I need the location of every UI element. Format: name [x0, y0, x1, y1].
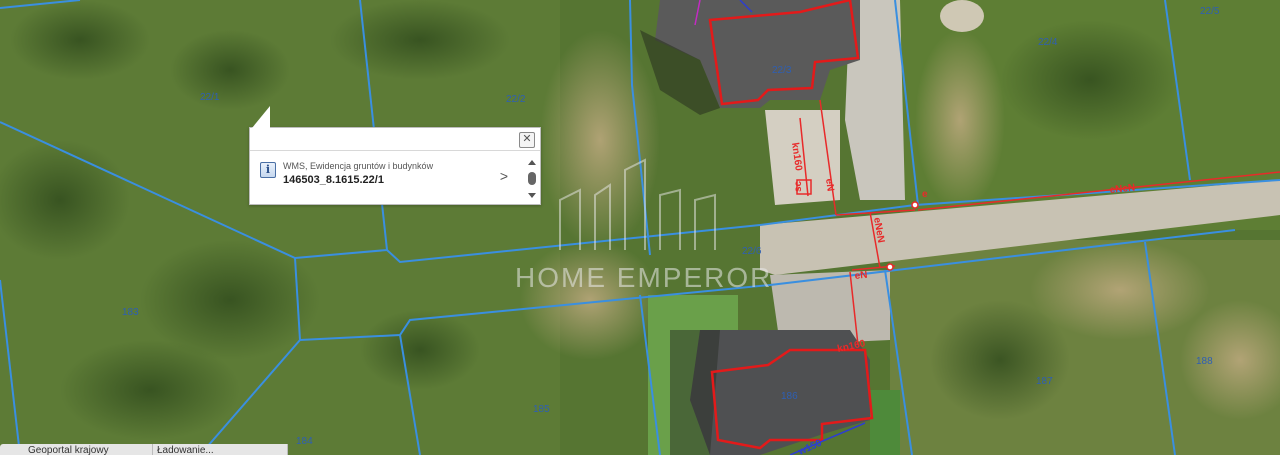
parcel-label: 188	[1196, 356, 1213, 367]
parcel-label: 22/1	[200, 92, 220, 103]
bush	[330, 0, 510, 80]
utility-label: e	[922, 189, 928, 200]
feature-info-popup: ✕ i WMS, Ewidencja gruntów i budynków 14…	[249, 106, 541, 205]
popup-pointer	[252, 106, 270, 128]
utility-label: eN	[854, 270, 868, 282]
popup-scrollbar[interactable]	[526, 158, 538, 198]
status-loading: Ładowanie...	[153, 444, 288, 455]
chevron-right-icon[interactable]: >	[500, 168, 508, 184]
bush	[1000, 20, 1180, 140]
bush	[360, 310, 480, 390]
feature-result-item[interactable]: i WMS, Ewidencja gruntów i budynków 1465…	[250, 158, 524, 192]
sand-patch	[915, 30, 1005, 210]
parcel-label: 186	[781, 391, 798, 402]
popup-header: ✕	[250, 128, 540, 151]
parcel-label: 187	[1036, 376, 1053, 387]
utility-label: sc	[793, 180, 804, 192]
watermark-text: HOME EMPEROR	[515, 262, 772, 293]
sand-patch	[1030, 240, 1210, 340]
map-canvas: 22/1 22/2 22/3 22/4 22/5 22/6 183 184 18…	[0, 0, 1280, 455]
close-icon[interactable]: ✕	[519, 132, 535, 148]
lawn	[870, 390, 900, 455]
status-source: Geoportal krajowy	[0, 444, 153, 455]
parcel-label: 184	[296, 436, 313, 447]
parcel-label: 185	[533, 404, 550, 415]
parcel-label: 22/5	[1200, 6, 1220, 17]
scroll-down-icon[interactable]	[528, 193, 536, 198]
info-icon: i	[260, 162, 276, 178]
utility-label: eN	[823, 178, 836, 192]
parcel-label: 183	[122, 307, 139, 318]
sand-patch	[540, 30, 660, 250]
feature-id: 146503_8.1615.22/1	[283, 174, 384, 186]
aerial-map[interactable]: 22/1 22/2 22/3 22/4 22/5 22/6 183 184 18…	[0, 0, 1280, 455]
bush	[170, 30, 290, 110]
parcel-label: 22/2	[506, 94, 526, 105]
bush	[60, 340, 240, 440]
parcel-label: 22/4	[1038, 37, 1058, 48]
rock	[940, 0, 984, 32]
parcel-label: 22/3	[772, 65, 792, 76]
status-bar: Geoportal krajowy Ładowanie...	[0, 444, 288, 455]
bush	[10, 0, 150, 80]
parcel-label: 22/6	[742, 246, 762, 257]
scroll-thumb[interactable]	[528, 172, 536, 185]
sand-patch	[520, 240, 660, 360]
scroll-up-icon[interactable]	[528, 160, 536, 165]
bush	[930, 300, 1070, 420]
layer-name: WMS, Ewidencja gruntów i budynków	[283, 161, 434, 171]
